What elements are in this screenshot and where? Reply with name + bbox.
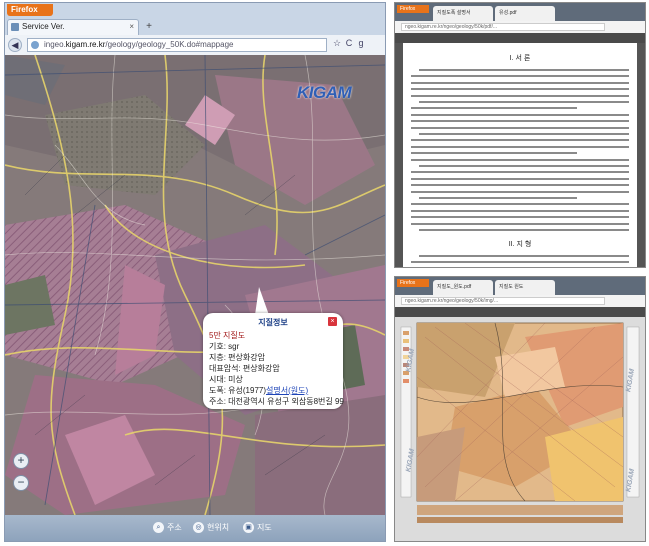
new-tab-button[interactable]: + (143, 21, 155, 33)
map-tab-2[interactable]: 지질도 원도 (495, 280, 555, 295)
bottom-toolbar: ⌕ 주소 ◎ 현위치 ▣ 지도 (5, 515, 385, 541)
map-button[interactable]: ▣ 지도 (243, 521, 272, 535)
nav-icons: ☆ Cg (331, 38, 367, 49)
map-firefox-menu[interactable]: Firefox (397, 279, 429, 287)
doc-title-bar: Firefox 지질도폭 설명서 유성.pdf (395, 3, 645, 21)
popup-sheet-prefix: 도폭: 유성(1977) (209, 386, 267, 395)
tab-title: Service Ver. (22, 22, 65, 31)
zoom-out-button[interactable]: − (13, 475, 29, 491)
pdf-viewer[interactable]: I. 서 론 II. 지 형 (395, 43, 645, 267)
kigam-logo: KIGAM (297, 83, 352, 102)
popup-era: 시대: 미상 (209, 375, 243, 384)
text-line (411, 152, 577, 155)
tab-bar: Service Ver. × + (5, 17, 385, 35)
text-line (419, 101, 629, 103)
map-image-viewer[interactable]: KIGAM KIGAM KIGAM KIGAM (395, 317, 645, 541)
text-line (411, 216, 629, 219)
map-canvas (5, 55, 385, 515)
geology-info-popup: 지질정보 × 5만 지질도 기호: sgr 지층: 편상화강암 대표암석: 편상… (203, 313, 344, 409)
popup-rock: 대표암석: 편상화강암 (209, 364, 280, 373)
url-field[interactable]: ingeo.kigam.re.kr/geology/geology_50K.do… (27, 38, 327, 52)
url-prefix: ingeo. (44, 40, 66, 49)
map-button-label: 지도 (257, 523, 272, 532)
text-line (411, 81, 629, 84)
favicon-icon (11, 23, 19, 31)
text-line (411, 113, 629, 116)
text-line (411, 88, 629, 91)
text-line (411, 171, 629, 174)
title-bar: Firefox (5, 3, 385, 17)
text-line (419, 229, 629, 231)
pdf-page: I. 서 론 II. 지 형 (403, 43, 637, 267)
popup-sheet-name: 5만 지질도 (209, 331, 246, 340)
firefox-menu-button[interactable]: Firefox (7, 4, 53, 16)
text-line (419, 69, 629, 71)
text-line (411, 126, 629, 129)
address-button-label: 주소 (167, 523, 182, 532)
popup-pointer (255, 287, 269, 315)
popup-symbol: 기호: sgr (209, 342, 240, 351)
text-line (411, 145, 629, 148)
url-path: /geology/geology_50K.do#mappage (105, 40, 234, 49)
location-icon: ◎ (193, 522, 204, 533)
text-line (411, 209, 629, 212)
current-location-button[interactable]: ◎ 현위치 (193, 521, 229, 535)
popup-strata: 지층: 편상화강암 (209, 353, 265, 362)
text-line (411, 139, 629, 142)
text-line (419, 197, 577, 199)
tab-close-icon[interactable]: × (129, 20, 134, 34)
globe-icon (31, 41, 39, 49)
pdf-toolbar (395, 33, 645, 43)
map-viewer-toolbar (395, 307, 645, 317)
search-engine-icon[interactable]: g (355, 38, 367, 48)
doc-tab-2[interactable]: 유성.pdf (495, 6, 555, 21)
text-line (411, 190, 629, 193)
section-heading-terrain: II. 지 형 (508, 241, 532, 248)
text-line (411, 184, 629, 187)
text-line (411, 107, 577, 110)
text-line (419, 255, 629, 257)
text-line (411, 158, 629, 161)
text-line (411, 75, 629, 78)
popup-address: 주소: 대전광역시 유성구 외삼동8번길 99 (209, 397, 344, 406)
map-image-window: Firefox 지질도_원도.pdf 지질도 원도 ngeo.kigam.re.… (394, 276, 646, 542)
popup-close-button[interactable]: × (328, 317, 337, 326)
url-domain: kigam.re.kr (65, 40, 106, 49)
zoom-in-button[interactable]: + (13, 453, 29, 469)
text-line (411, 120, 629, 123)
bookmark-star-icon[interactable]: ☆ (331, 38, 343, 49)
text-line (411, 222, 629, 225)
doc-firefox-menu[interactable]: Firefox (397, 5, 429, 13)
popup-body: 5만 지질도 기호: sgr 지층: 편상화강암 대표암석: 편상화강암 시대:… (209, 330, 344, 407)
popup-title: 지질정보 (258, 318, 288, 327)
tab-service[interactable]: Service Ver. × (7, 19, 139, 35)
popup-sheet-row: 도폭: 유성(1977)설명서(원도) (209, 385, 339, 396)
map-tab-1[interactable]: 지질도_원도.pdf (433, 280, 493, 295)
map-icon: ▣ (243, 522, 254, 533)
doc-url-field[interactable]: ngeo.kigam.re.kr/ngeo/geology/50k/pdf/..… (401, 23, 605, 31)
search-icon: ⌕ (153, 522, 164, 533)
doc-tab-1[interactable]: 지질도폭 설명서 (433, 6, 493, 21)
section-heading-intro: I. 서 론 (509, 55, 531, 62)
reload-icon[interactable]: C (343, 38, 355, 48)
text-line (411, 94, 629, 97)
text-line (411, 203, 629, 206)
geology-map[interactable]: KIGAM + − 지질정보 × 5만 지질도 기호: sgr 지층: 편상화강… (5, 55, 385, 515)
back-button[interactable]: ◀ (8, 38, 22, 52)
current-location-label: 현위치 (207, 523, 230, 532)
text-line (419, 133, 629, 135)
map-title-bar: Firefox 지질도_원도.pdf 지질도 원도 (395, 277, 645, 295)
map-url-field[interactable]: ngeo.kigam.re.kr/ngeo/geology/50k/img/..… (401, 297, 605, 305)
text-line (411, 177, 629, 180)
text-line (411, 261, 629, 264)
navigation-bar: ◀ ingeo.kigam.re.kr/geology/geology_50K.… (5, 35, 385, 56)
text-line (419, 165, 629, 167)
pdf-document-window: Firefox 지질도폭 설명서 유성.pdf ngeo.kigam.re.kr… (394, 2, 646, 268)
popup-sheet-link[interactable]: 설명서(원도) (266, 386, 308, 395)
geologic-map-image (395, 317, 645, 541)
main-browser-window: Firefox Service Ver. × + ◀ ingeo.kigam.r… (4, 2, 386, 542)
address-button[interactable]: ⌕ 주소 (153, 521, 182, 535)
